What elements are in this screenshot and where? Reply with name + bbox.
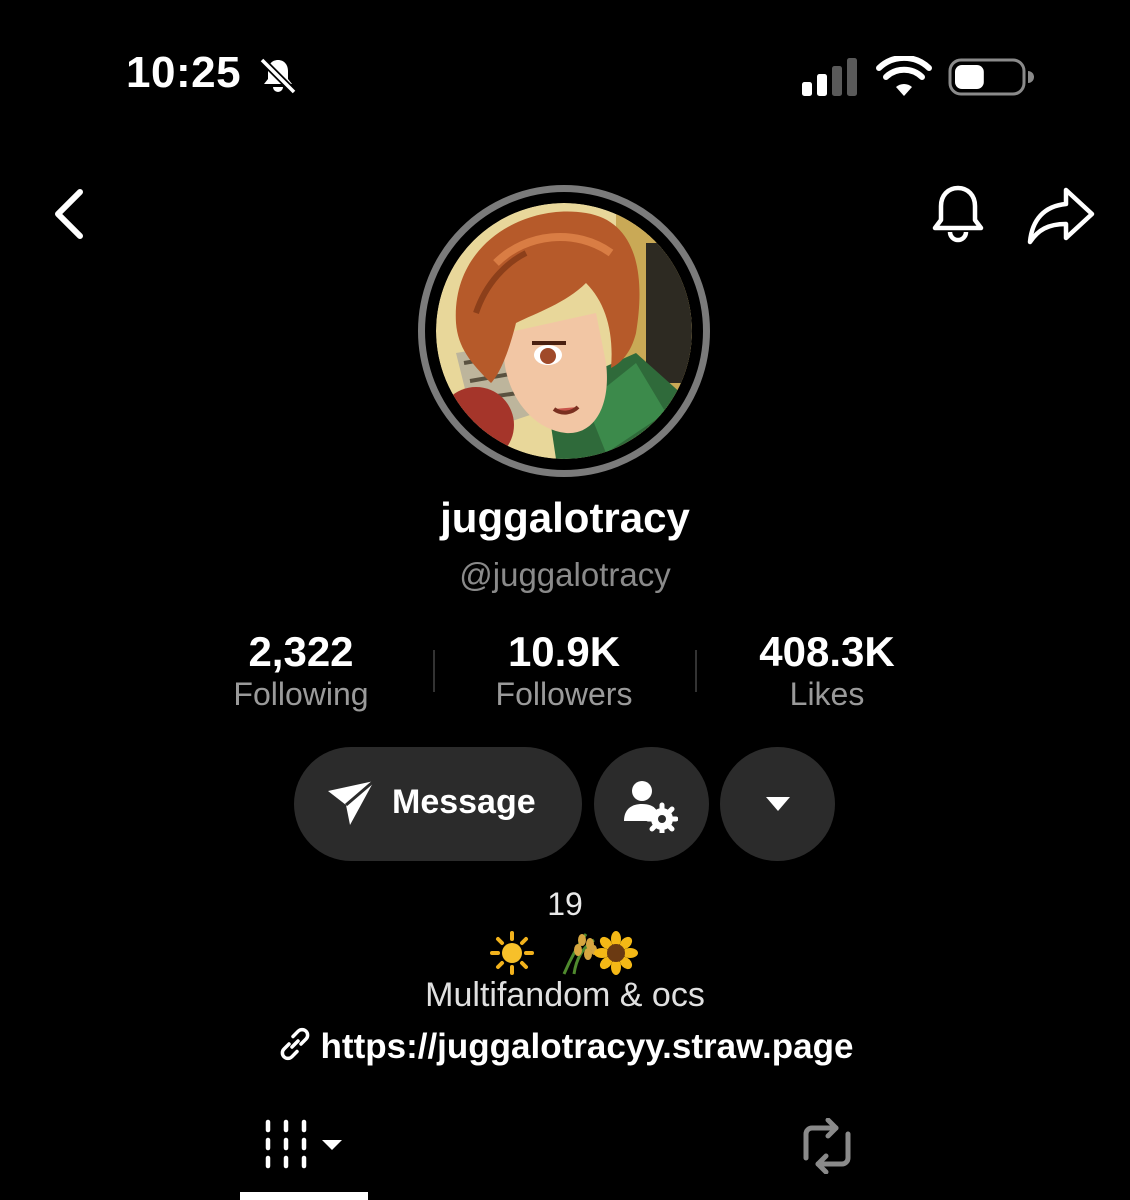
battery-icon — [948, 58, 1034, 96]
stat-label: Following — [233, 676, 369, 712]
profile-screen: 10:25 juggalotracy @juggalotracy 2,322 F… — [0, 0, 1130, 1200]
bio-link-text[interactable]: https://juggalotracyy.straw.page — [321, 1027, 854, 1066]
share-arrow-icon[interactable] — [1026, 184, 1096, 246]
chevron-left-icon[interactable] — [48, 186, 92, 242]
message-button[interactable]: Message — [294, 747, 582, 861]
avatar-image[interactable] — [436, 203, 692, 459]
bio-emoji-row — [0, 930, 1130, 976]
more-dropdown-button[interactable] — [720, 747, 835, 861]
stat-value: 2,322 — [248, 628, 354, 675]
caret-down-icon — [322, 1140, 342, 1150]
message-label: Message — [392, 783, 536, 821]
grid-videos-icon[interactable] — [262, 1118, 352, 1174]
stat-likes[interactable]: 408.3K Likes — [697, 628, 957, 713]
repost-icon[interactable] — [796, 1118, 858, 1174]
wifi-icon — [876, 56, 932, 96]
stat-value: 408.3K — [759, 628, 895, 675]
cellular-signal-icon — [802, 58, 857, 96]
stat-label: Likes — [789, 676, 865, 712]
stat-following[interactable]: 2,322 Following — [171, 628, 431, 713]
display-name: juggalotracy — [440, 494, 690, 541]
bio-age: 19 — [547, 886, 583, 922]
emoji-graphic — [490, 931, 638, 975]
send-icon — [328, 779, 375, 825]
stat-value: 10.9K — [507, 628, 621, 675]
person-gear-icon — [624, 781, 678, 833]
caret-down-icon — [766, 797, 790, 811]
bell-icon[interactable] — [926, 182, 990, 246]
bell-slash-icon — [259, 57, 297, 95]
bio-link[interactable]: https://juggalotracyy.straw.page — [0, 1026, 1130, 1067]
status-time: 10:25 — [126, 48, 242, 97]
active-tab-indicator — [240, 1192, 368, 1200]
bio-text: Multifandom & ocs — [425, 976, 705, 1014]
stat-followers[interactable]: 10.9K Followers — [434, 628, 694, 713]
username-handle: @juggalotracy — [459, 556, 671, 593]
link-icon — [280, 1027, 309, 1061]
stat-label: Followers — [495, 676, 633, 712]
person-settings-button[interactable] — [594, 747, 709, 861]
